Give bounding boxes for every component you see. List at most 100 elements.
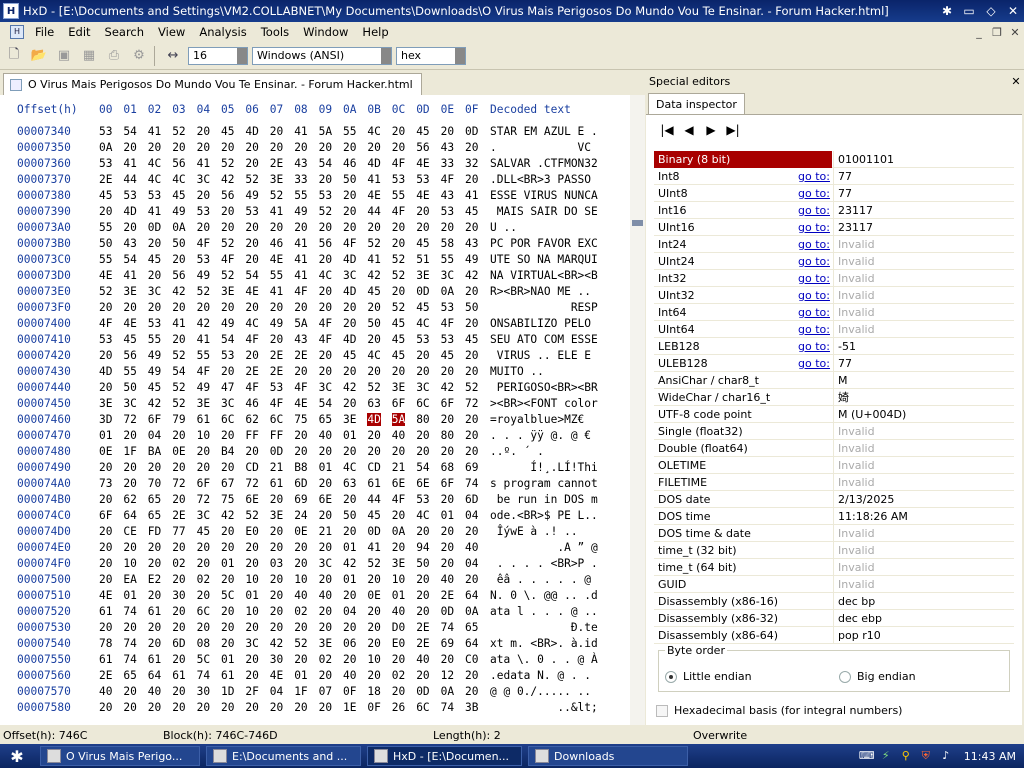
inspector-row[interactable]: LEB128 go to: -51: [654, 338, 1014, 355]
hex-byte[interactable]: 20: [270, 541, 283, 554]
hex-byte[interactable]: 46: [245, 397, 258, 410]
hex-byte[interactable]: 02: [172, 557, 185, 570]
hex-byte[interactable]: 6C: [416, 397, 429, 410]
hex-byte[interactable]: 52: [367, 557, 380, 570]
hex-row[interactable]: 00007360 53 41 4C 56 41 52 20 2E 43 54 46 4D 4F 4E 33 32…: [0, 157, 630, 173]
hex-byte[interactable]: 45: [392, 349, 405, 362]
hex-byte[interactable]: 45: [465, 205, 478, 218]
hex-byte[interactable]: 40: [148, 685, 161, 698]
hex-byte[interactable]: 41: [270, 285, 283, 298]
hex-byte[interactable]: 20: [367, 141, 380, 154]
hex-byte[interactable]: 0A: [465, 605, 478, 618]
hex-byte[interactable]: 4C: [148, 157, 161, 170]
hex-byte[interactable]: 20: [99, 381, 112, 394]
hex-byte[interactable]: 20: [172, 141, 185, 154]
hex-byte[interactable]: 20: [343, 365, 356, 378]
hex-byte[interactable]: 3C: [441, 269, 454, 282]
inspector-row[interactable]: time_t (32 bit) Invalid: [654, 542, 1014, 559]
goto-link[interactable]: go to:: [798, 287, 830, 304]
hex-byte[interactable]: 5A: [391, 413, 406, 426]
hex-byte[interactable]: 58: [441, 237, 454, 250]
goto-link[interactable]: go to:: [798, 202, 830, 219]
row-decoded-text[interactable]: SALVAR .CTFMON32: [490, 157, 598, 170]
row-decoded-text[interactable]: ..º. ´ .: [490, 445, 598, 458]
hex-row[interactable]: 000073B0 50 43 20 50 4F 52 20 46 41 56 4F 52 20 45 58 43…: [0, 237, 630, 253]
hex-row[interactable]: 000074F0 20 10 20 02 20 01 20 03 20 3C 42 52 3E 50 20 04…: [0, 557, 630, 573]
first-icon[interactable]: |◀: [656, 123, 678, 139]
hex-byte[interactable]: 20: [221, 525, 234, 538]
hex-byte[interactable]: 40: [319, 429, 332, 442]
hex-byte[interactable]: 55: [270, 269, 283, 282]
hex-byte[interactable]: 45: [221, 125, 234, 138]
hex-byte[interactable]: 53: [270, 381, 283, 394]
hex-byte[interactable]: 45: [416, 301, 429, 314]
row-decoded-text[interactable]: ESSE VIRUS NUNCA: [490, 189, 598, 202]
hex-byte[interactable]: 40: [319, 589, 332, 602]
hex-byte[interactable]: 0E: [367, 589, 380, 602]
hex-byte[interactable]: 20: [319, 253, 332, 266]
hex-byte[interactable]: 20: [270, 589, 283, 602]
hex-byte[interactable]: 46: [343, 157, 356, 170]
hex-byte[interactable]: 20: [294, 621, 307, 634]
hex-byte[interactable]: 20: [416, 221, 429, 234]
hex-byte[interactable]: 40: [416, 653, 429, 666]
hex-byte[interactable]: 03: [270, 557, 283, 570]
hex-row[interactable]: 000073F0 20 20 20 20 20 20 20 20 20 20 20 20 52 45 53 50…: [0, 301, 630, 317]
hex-byte[interactable]: 53: [441, 301, 454, 314]
hex-byte[interactable]: 01: [343, 573, 356, 586]
hex-byte[interactable]: 20: [343, 621, 356, 634]
hex-byte[interactable]: 20: [441, 445, 454, 458]
hex-byte[interactable]: 3E: [270, 173, 283, 186]
hex-byte[interactable]: 20: [123, 621, 136, 634]
hex-byte[interactable]: 55: [294, 189, 307, 202]
hex-byte[interactable]: 6F: [392, 397, 405, 410]
hex-byte[interactable]: 53: [99, 157, 112, 170]
inspector-value[interactable]: 婍: [833, 389, 1014, 406]
hex-byte[interactable]: 55: [99, 221, 112, 234]
hex-byte[interactable]: 3E: [197, 397, 210, 410]
hex-byte[interactable]: 02: [319, 653, 332, 666]
hex-byte[interactable]: 4F: [99, 317, 112, 330]
hex-byte[interactable]: 0D: [270, 445, 283, 458]
hex-byte[interactable]: 6F: [441, 397, 454, 410]
hex-byte[interactable]: 20: [99, 301, 112, 314]
print-icon[interactable]: ⎙: [103, 45, 125, 67]
hex-byte[interactable]: 5C: [221, 589, 234, 602]
hex-byte[interactable]: 63: [367, 397, 380, 410]
row-decoded-text[interactable]: Ð.te: [490, 621, 598, 634]
hex-byte[interactable]: 20: [221, 365, 234, 378]
hex-byte[interactable]: 6E: [245, 493, 258, 506]
inspector-row[interactable]: UTF-8 code point M (U+004D): [654, 406, 1014, 423]
hex-byte[interactable]: 20: [343, 493, 356, 506]
hex-byte[interactable]: 53: [99, 333, 112, 346]
hex-byte[interactable]: 20: [294, 541, 307, 554]
hex-byte[interactable]: 20: [367, 669, 380, 682]
hex-row[interactable]: 00007450 3E 3C 42 52 3E 3C 46 4F 4E 54 20 63 6F 6C 6F 72…: [0, 397, 630, 413]
hex-byte[interactable]: 49: [172, 205, 185, 218]
hex-byte[interactable]: 21: [392, 461, 405, 474]
row-decoded-text[interactable]: ode.<BR>$ PE L..: [490, 509, 598, 522]
hex-byte[interactable]: 4F: [245, 381, 258, 394]
hex-byte[interactable]: 41: [270, 205, 283, 218]
hex-byte[interactable]: 20: [148, 269, 161, 282]
hex-byte[interactable]: 20: [465, 445, 478, 458]
hex-byte[interactable]: 4E: [270, 669, 283, 682]
menu-tools[interactable]: Tools: [254, 25, 296, 39]
hex-byte[interactable]: 20: [441, 221, 454, 234]
hex-byte[interactable]: 4C: [172, 173, 185, 186]
hex-byte[interactable]: 45: [465, 333, 478, 346]
hex-byte[interactable]: 20: [99, 525, 112, 538]
hex-byte[interactable]: 12: [441, 669, 454, 682]
inspector-value[interactable]: 23117: [833, 202, 1014, 219]
hex-byte[interactable]: 41: [367, 173, 380, 186]
hex-byte[interactable]: 20: [294, 557, 307, 570]
hex-row[interactable]: 00007530 20 20 20 20 20 20 20 20 20 20 20 20 D0 2E 74 65…: [0, 621, 630, 637]
hex-byte[interactable]: 53: [319, 189, 332, 202]
hex-byte[interactable]: 6C: [221, 413, 234, 426]
hex-byte[interactable]: E2: [148, 573, 161, 586]
hex-editor[interactable]: Offset(h) 00 01 02 03 04 05 06 07 08 09 0A 0B 0C 0D 0E…: [0, 95, 645, 725]
inspector-row[interactable]: Int16 go to: 23117: [654, 202, 1014, 219]
taskbar-task[interactable]: Downloads: [528, 746, 688, 766]
hex-byte[interactable]: 20: [294, 141, 307, 154]
inspector-value[interactable]: 2/13/2025: [833, 491, 1014, 508]
